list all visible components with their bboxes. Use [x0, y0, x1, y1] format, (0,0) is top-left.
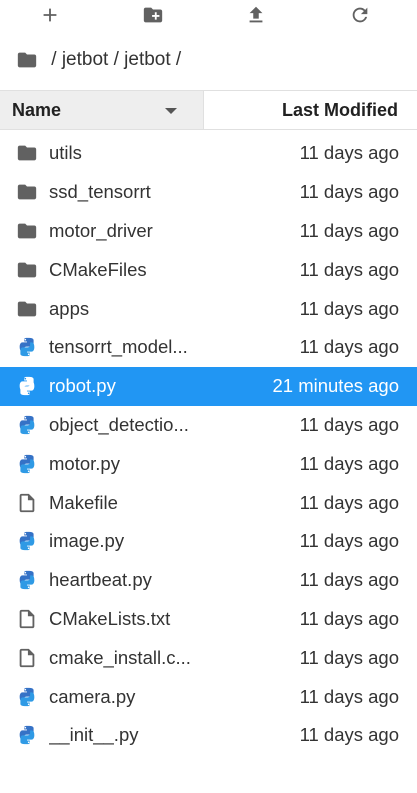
- plus-icon: [43, 8, 57, 22]
- file-list-item[interactable]: motor_driver 11 days ago: [0, 212, 417, 251]
- python-file-icon: [16, 724, 38, 746]
- python-file-icon: [16, 686, 38, 708]
- file-list-item[interactable]: image.py 11 days ago: [0, 522, 417, 561]
- file-modified: 11 days ago: [299, 530, 399, 552]
- file-name: ssd_tensorrt: [49, 181, 151, 203]
- upload-icon: [249, 6, 263, 23]
- file-name: camera.py: [49, 685, 136, 707]
- file-browser-toolbar: [0, 0, 417, 30]
- python-file-icon: [16, 569, 38, 591]
- file-modified: 11 days ago: [299, 685, 399, 707]
- file-modified: 11 days ago: [299, 569, 399, 591]
- folder-icon: [16, 259, 38, 281]
- file-modified: 11 days ago: [299, 607, 399, 629]
- file-name: heartbeat.py: [49, 569, 152, 591]
- file-name: __init__.py: [49, 724, 139, 746]
- python-file-icon: [16, 336, 38, 358]
- folder-icon: [16, 298, 38, 320]
- file-list-item[interactable]: tensorrt_model... 11 days ago: [0, 328, 417, 367]
- file-modified: 11 days ago: [299, 452, 399, 474]
- file-list-item[interactable]: heartbeat.py 11 days ago: [0, 561, 417, 600]
- file-list-item[interactable]: CMakeFiles 11 days ago: [0, 250, 417, 289]
- file-modified: 11 days ago: [299, 336, 399, 358]
- file-list-item[interactable]: motor.py 11 days ago: [0, 444, 417, 483]
- file-modified: 11 days ago: [299, 724, 399, 746]
- file-modified: 11 days ago: [299, 413, 399, 435]
- file-modified: 11 days ago: [299, 258, 399, 280]
- breadcrumb: / jetbot / jetbot /: [0, 30, 417, 90]
- new-launcher-button[interactable]: [37, 2, 63, 28]
- file-name: CMakeFiles: [49, 258, 147, 280]
- file-list-item[interactable]: object_detectio... 11 days ago: [0, 406, 417, 445]
- name-column-label: Name: [12, 99, 62, 120]
- file-list-item[interactable]: robot.py 21 minutes ago: [0, 366, 417, 406]
- file-name: image.py: [49, 530, 125, 552]
- folder-plus-icon: [143, 7, 163, 23]
- sort-caret-icon: [165, 108, 177, 114]
- python-file-icon: [16, 530, 38, 552]
- file-list-item[interactable]: Makefile 11 days ago: [0, 483, 417, 522]
- refresh-icon: [352, 7, 368, 23]
- file-name: robot.py: [49, 375, 116, 397]
- file-name: Makefile: [49, 491, 118, 513]
- breadcrumb-path[interactable]: / jetbot / jetbot /: [46, 49, 186, 71]
- file-name: apps: [49, 297, 90, 319]
- file-modified: 21 minutes ago: [272, 375, 399, 397]
- file-list-item[interactable]: __init__.py 11 days ago: [0, 716, 417, 755]
- file-modified: 11 days ago: [299, 646, 399, 668]
- file-list-item[interactable]: apps 11 days ago: [0, 289, 417, 328]
- file-list: utils 11 days ago ssd_tensorrt 11 days ago m…: [0, 130, 417, 755]
- file-list-item[interactable]: CMakeLists.txt 11 days ago: [0, 600, 417, 639]
- python-file-icon: [16, 414, 38, 436]
- folder-icon: [16, 220, 38, 242]
- file-list-header: Name Last Modified: [0, 90, 417, 130]
- folder-icon: [16, 142, 38, 164]
- file-name: CMakeLists.txt: [49, 607, 171, 629]
- folder-icon[interactable]: [16, 49, 38, 71]
- upload-button[interactable]: [243, 2, 269, 28]
- refresh-button[interactable]: [347, 2, 373, 28]
- file-modified: 11 days ago: [299, 219, 399, 241]
- new-folder-button[interactable]: [140, 2, 166, 28]
- file-name: tensorrt_model...: [49, 336, 188, 358]
- python-file-icon: [16, 453, 38, 475]
- file-modified: 11 days ago: [299, 181, 399, 203]
- file-name: motor.py: [49, 452, 120, 474]
- file-modified: 11 days ago: [299, 491, 399, 513]
- file-modified: 11 days ago: [299, 297, 399, 319]
- file-list-item[interactable]: camera.py 11 days ago: [0, 677, 417, 716]
- file-name: utils: [49, 142, 82, 164]
- file-list-item[interactable]: ssd_tensorrt 11 days ago: [0, 173, 417, 212]
- last-modified-column-label: Last Modified: [282, 99, 398, 120]
- file-name: object_detectio...: [49, 413, 189, 435]
- file-icon: [16, 647, 38, 669]
- python-file-icon: [16, 375, 38, 397]
- file-name: cmake_install.c...: [49, 646, 191, 668]
- last-modified-column-header[interactable]: Last Modified: [204, 91, 417, 129]
- file-list-item[interactable]: utils 11 days ago: [0, 134, 417, 173]
- file-name: motor_driver: [49, 219, 153, 241]
- file-icon: [16, 608, 38, 630]
- file-list-item[interactable]: cmake_install.c... 11 days ago: [0, 638, 417, 677]
- file-icon: [16, 492, 38, 514]
- folder-icon: [16, 181, 38, 203]
- name-column-header[interactable]: Name: [0, 91, 204, 129]
- file-modified: 11 days ago: [299, 142, 399, 164]
